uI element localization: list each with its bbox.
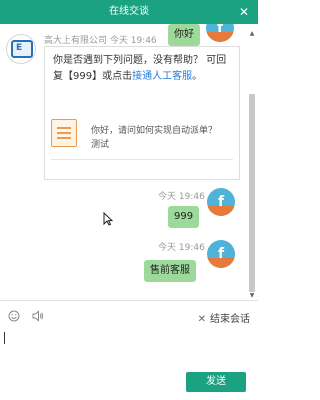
agent-message-card: 你是否遇到下列问题，没有帮助？ 可回复【999】或点击接通人工客服。 你好，请问… xyxy=(44,46,240,180)
scroll-up-icon[interactable]: ▲ xyxy=(248,30,256,38)
user-avatar-top: f xyxy=(206,24,234,42)
message-input[interactable] xyxy=(0,330,258,370)
human-service-link[interactable]: 接通人工客服 xyxy=(132,71,192,82)
card-divider xyxy=(51,159,233,160)
chat-scrollbar[interactable]: ▲ ▼ xyxy=(248,30,256,300)
input-toolbar: ✕ 结束会话 xyxy=(0,300,258,330)
faq-line-2: 测试 xyxy=(91,140,110,150)
send-button[interactable]: 发送 xyxy=(186,372,246,392)
scroll-down-icon[interactable]: ▼ xyxy=(248,292,256,300)
user-avatar: f xyxy=(207,188,235,216)
card-text-tail: 。 xyxy=(192,71,203,82)
close-x-icon: ✕ xyxy=(197,314,206,325)
scrollbar-thumb[interactable] xyxy=(249,94,255,292)
document-icon xyxy=(51,119,77,147)
message-time: 今天 19:46 xyxy=(158,243,205,253)
message-input-area[interactable] xyxy=(0,330,258,370)
message-time: 今天 19:46 xyxy=(158,192,205,202)
message-bubble-presales: 售前客服 xyxy=(144,260,196,282)
card-text: 你是否遇到下列问题，没有帮助？ 可回复【999】或点击接通人工客服。 xyxy=(53,53,235,85)
end-session-label: 结束会话 xyxy=(210,314,250,325)
faq-question[interactable]: 你好，请问如何实现自动派单？ 测试 xyxy=(91,124,217,152)
faq-line-1: 你好，请问如何实现自动派单？ xyxy=(91,126,218,136)
message-bubble-999: 999 xyxy=(168,206,200,228)
top-message-bubble: 你好 xyxy=(168,24,200,46)
title-bar: 在线交谈 ✕ xyxy=(0,0,258,24)
agent-name-time: 高大上有限公司 今天 19:46 xyxy=(44,36,157,46)
faq-item[interactable]: 你好，请问如何实现自动派单？ 测试 xyxy=(51,119,233,159)
emoji-icon[interactable] xyxy=(8,310,20,325)
mouse-cursor-icon xyxy=(103,211,114,226)
window-title: 在线交谈 xyxy=(109,6,149,17)
user-avatar: f xyxy=(207,240,235,268)
end-session-button[interactable]: ✕ 结束会话 xyxy=(198,310,250,325)
close-icon[interactable]: ✕ xyxy=(236,0,252,24)
agent-avatar: E xyxy=(6,34,36,64)
voice-icon[interactable] xyxy=(32,310,44,325)
